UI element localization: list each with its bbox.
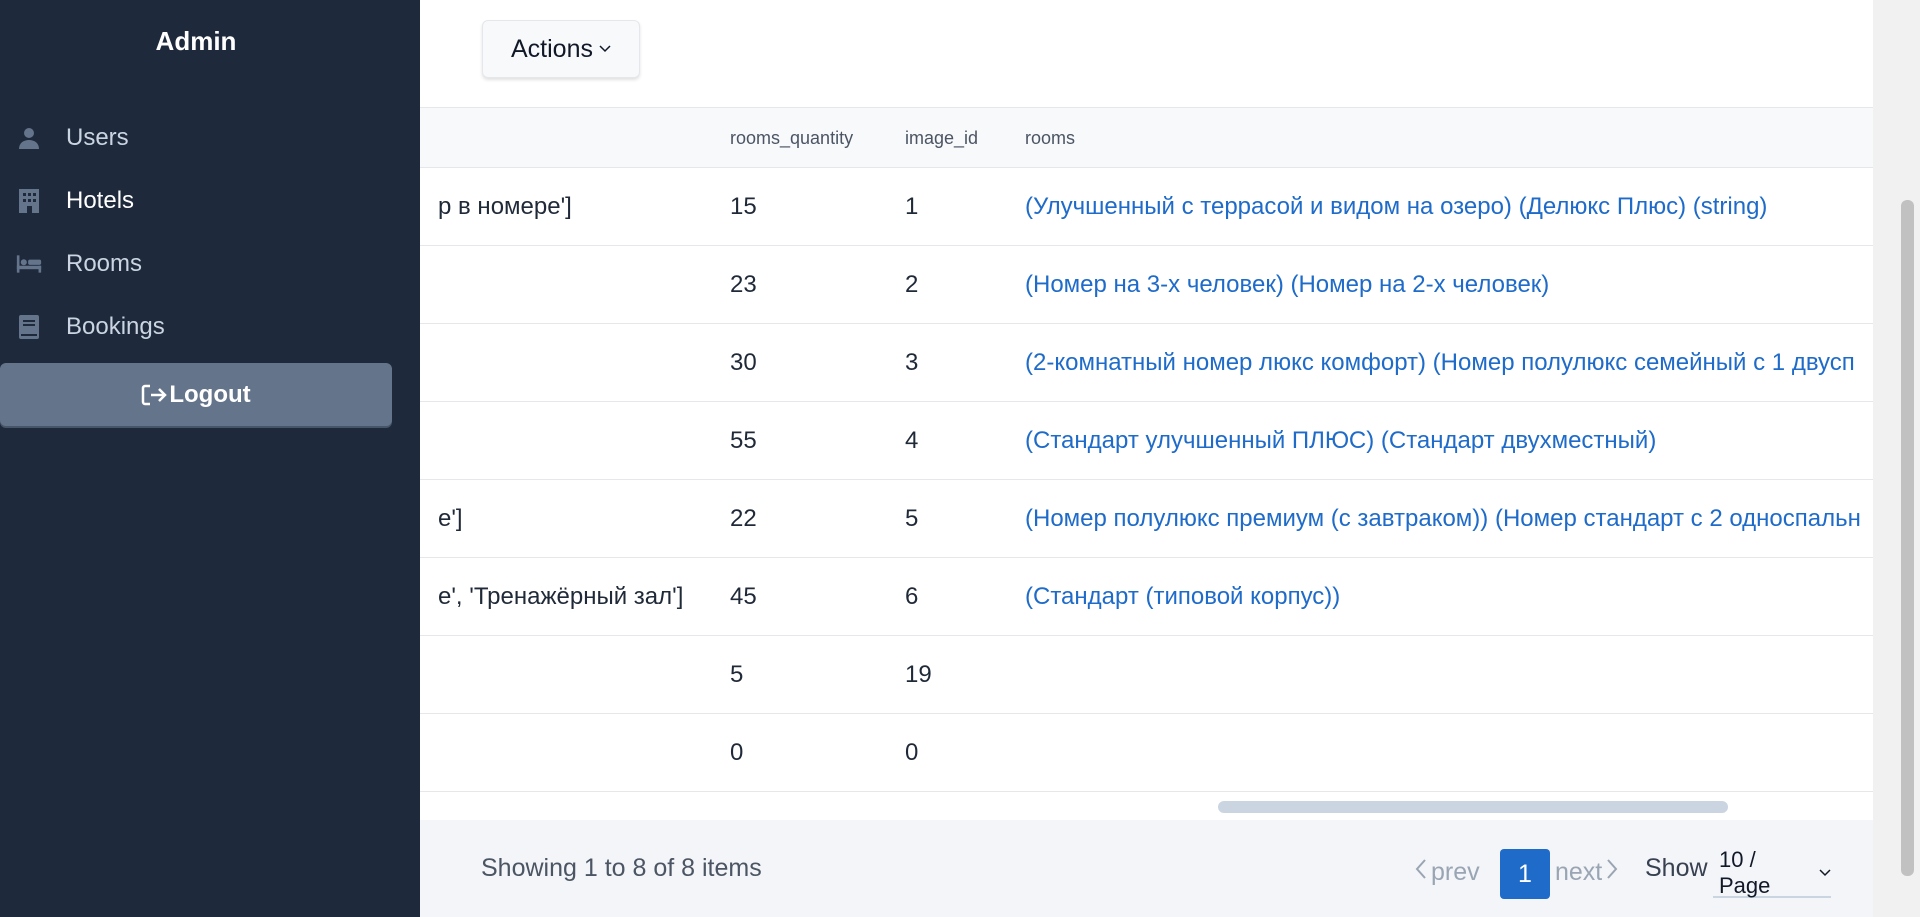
table-cell-rooms-quantity: 30: [730, 349, 757, 376]
user-icon: [16, 125, 42, 151]
column-header-rooms-quantity[interactable]: rooms_quantity: [730, 108, 853, 168]
table-cell-rooms-link[interactable]: (Улучшенный с террасой и видом на озеро)…: [1025, 168, 1767, 246]
table-header: rooms_quantity image_id rooms: [420, 108, 1873, 168]
sidebar-item-bookings[interactable]: Bookings: [0, 295, 420, 358]
next-page-button[interactable]: next: [1555, 848, 1618, 896]
table-row: 23 2 (Номер на 3-х человек) (Номер на 2-…: [420, 246, 1873, 324]
sidebar-item-hotels[interactable]: Hotels: [0, 169, 420, 232]
sidebar-item-rooms[interactable]: Rooms: [0, 232, 420, 295]
showing-count: Showing 1 to 8 of 8 items: [481, 854, 762, 882]
logout-icon: [141, 382, 168, 408]
table-footer: Showing 1 to 8 of 8 items prev 1 next Sh…: [420, 820, 1873, 917]
sidebar-item-users[interactable]: Users: [0, 106, 420, 169]
building-icon: [16, 188, 42, 214]
sidebar-item-label: Hotels: [66, 186, 135, 214]
sidebar-item-label: Bookings: [66, 312, 165, 340]
table-cell-image-id: 2: [905, 271, 919, 298]
table-row: 30 3 (2-комнатный номер люкс комфорт) (Н…: [420, 324, 1873, 402]
book-icon: [16, 314, 42, 340]
per-page-select[interactable]: 10 / Page: [1713, 847, 1831, 898]
page-button-current[interactable]: 1: [1500, 849, 1550, 899]
table-cell-image-id: 5: [905, 505, 919, 532]
table-cell-image-id: 19: [905, 661, 932, 688]
table-cell-partial: e']: [438, 505, 463, 532]
table-row: 0 0: [420, 714, 1873, 792]
brand-title: Admin: [155, 26, 237, 56]
scrollbar-thumb[interactable]: [1901, 200, 1914, 876]
table-cell-rooms-quantity: 55: [730, 427, 757, 454]
table-row: 55 4 (Стандарт улучшенный ПЛЮС) (Стандар…: [420, 402, 1873, 480]
chevron-left-icon: [1415, 858, 1427, 887]
table-cell-image-id: 1: [905, 193, 919, 220]
actions-dropdown-button[interactable]: Actions: [482, 20, 640, 78]
table-cell-rooms-link[interactable]: (Стандарт (типовой корпус)): [1025, 558, 1340, 636]
next-label: next: [1555, 857, 1603, 886]
table-cell-image-id: 6: [905, 583, 919, 610]
chevron-right-icon: [1606, 858, 1618, 887]
hotels-table: rooms_quantity image_id rooms р в номере…: [420, 108, 1873, 820]
per-page-value: 10 / Page: [1719, 847, 1771, 898]
prev-label: prev: [1431, 857, 1480, 886]
sidebar-item-label: Rooms: [66, 249, 143, 277]
table-row: 5 19: [420, 636, 1873, 714]
table-cell-partial: р в номере']: [438, 193, 572, 220]
table-cell-rooms-quantity: 15: [730, 193, 757, 220]
sidebar-item-label: Users: [66, 123, 129, 151]
main-content: Actions rooms_quantity image_id rooms р …: [420, 0, 1873, 917]
column-header-image-id[interactable]: image_id: [905, 108, 978, 168]
bed-icon: [16, 251, 42, 277]
sidebar-nav: Users Hotels Rooms Bookings: [0, 106, 420, 358]
table-cell-rooms-link[interactable]: (Номер полулюкс премиум (с завтраком)) (…: [1025, 480, 1861, 558]
table-cell-rooms-quantity: 45: [730, 583, 757, 610]
table-row: р в номере'] 15 1 (Улучшенный с террасой…: [420, 168, 1873, 246]
logout-button[interactable]: Logout: [0, 363, 392, 426]
sidebar: Admin Users Hotels Rooms Bookings Logout: [0, 0, 420, 917]
table-cell-image-id: 4: [905, 427, 919, 454]
table-cell-image-id: 3: [905, 349, 919, 376]
chevron-down-icon: [599, 45, 611, 53]
table-cell-image-id: 0: [905, 739, 919, 766]
table-cell-rooms-link[interactable]: (Стандарт улучшенный ПЛЮС) (Стандарт дву…: [1025, 402, 1656, 480]
show-label: Show: [1645, 854, 1708, 882]
table-row: e'] 22 5 (Номер полулюкс премиум (с завт…: [420, 480, 1873, 558]
table-cell-rooms-quantity: 5: [730, 661, 744, 688]
table-cell-partial: e', 'Тренажёрный зал']: [438, 583, 684, 610]
toolbar: Actions: [420, 0, 1873, 108]
table-row: e', 'Тренажёрный зал'] 45 6 (Стандарт (т…: [420, 558, 1873, 636]
table-horizontal-scrollbar[interactable]: [1218, 801, 1728, 813]
table-cell-rooms-quantity: 22: [730, 505, 757, 532]
logout-label: Logout: [169, 380, 251, 408]
table-cell-rooms-quantity: 23: [730, 271, 757, 298]
prev-page-button[interactable]: prev: [1415, 848, 1480, 896]
table-cell-rooms-link[interactable]: (2-комнатный номер люкс комфорт) (Номер …: [1025, 324, 1855, 402]
page-vertical-scrollbar[interactable]: [1873, 0, 1920, 917]
actions-label: Actions: [511, 34, 593, 63]
table-cell-rooms-quantity: 0: [730, 739, 744, 766]
column-header-rooms[interactable]: rooms: [1025, 108, 1075, 168]
table-cell-rooms-link[interactable]: (Номер на 3-х человек) (Номер на 2-х чел…: [1025, 246, 1549, 324]
chevron-down-icon: [1819, 869, 1831, 877]
